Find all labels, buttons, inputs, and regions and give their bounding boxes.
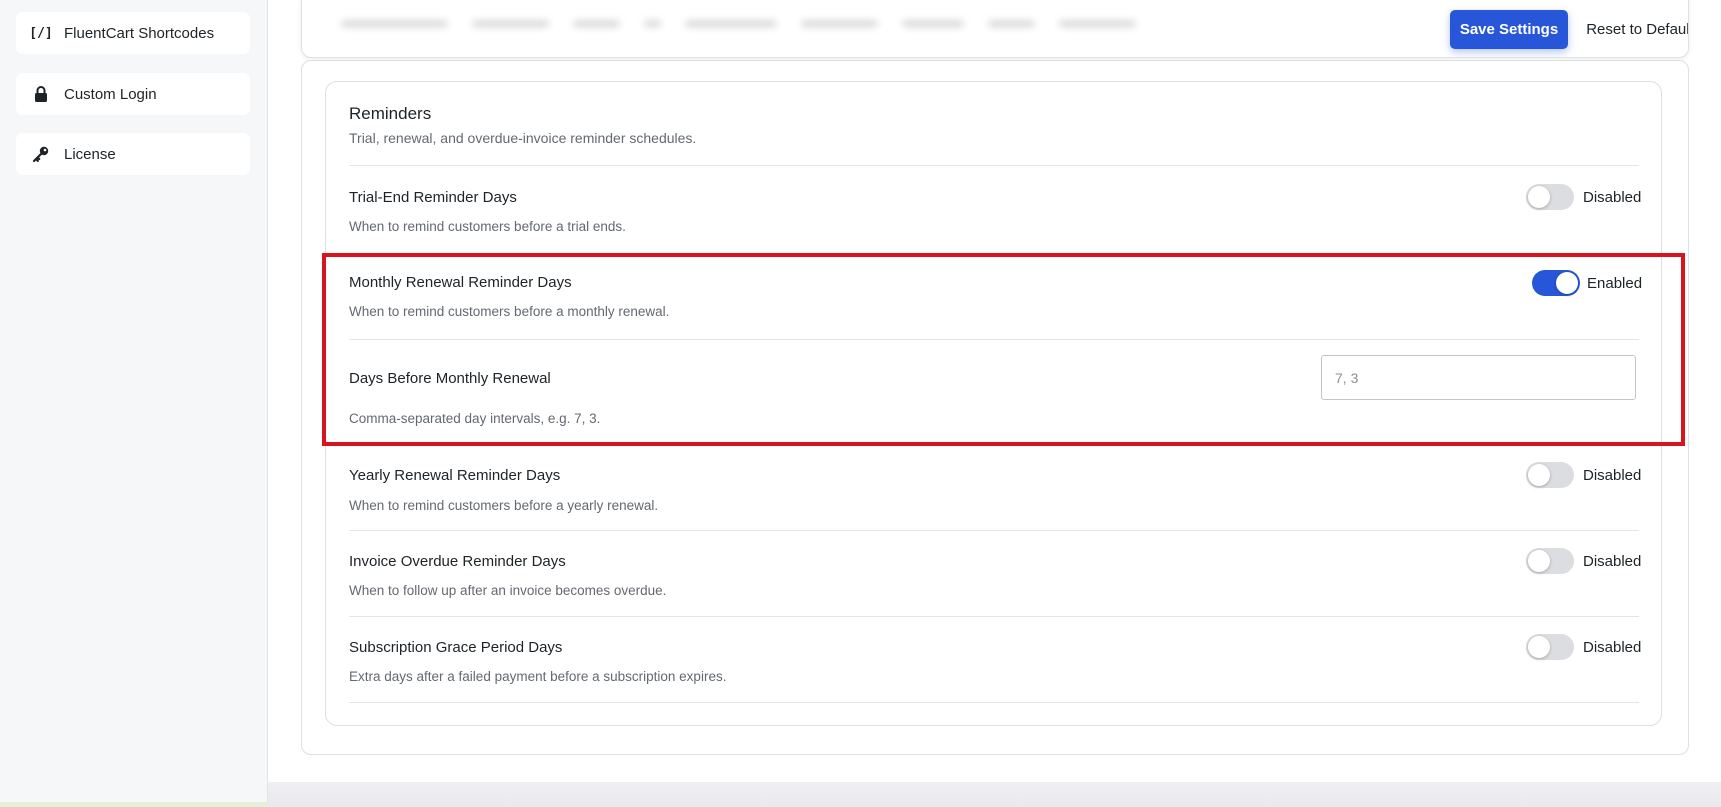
sidebar-item-fluentcart-shortcodes[interactable]: [/] FluentCart Shortcodes	[16, 12, 250, 54]
days-before-monthly-renewal-input[interactable]	[1321, 355, 1636, 400]
invoice-overdue-reminder-label: Invoice Overdue Reminder Days	[349, 553, 566, 570]
save-settings-button[interactable]: Save Settings	[1450, 10, 1568, 49]
section-subtitle: Trial, renewal, and overdue-invoice remi…	[349, 130, 697, 146]
yearly-renewal-reminder-label: Yearly Renewal Reminder Days	[349, 467, 561, 484]
reset-to-default-button[interactable]: Reset to Default	[1580, 10, 1688, 49]
monthly-renewal-reminder-label: Monthly Renewal Reminder Days	[349, 274, 572, 291]
section-title: Reminders	[349, 104, 432, 123]
code-brackets-icon: [/]	[29, 25, 53, 41]
toggle-knob	[1528, 550, 1550, 572]
lock-icon	[32, 85, 50, 103]
toggle-knob	[1556, 272, 1578, 294]
trial-end-reminder-label: Trial-End Reminder Days	[349, 189, 517, 206]
settings-toolbar: ▬▬▬▬▬▬▬ ▬▬▬▬▬ ▬▬▬ ▬ ▬▬▬▬▬▬ ▬▬▬▬▬ ▬▬▬▬ ▬▬…	[301, 0, 1689, 58]
invoice-overdue-reminder-state: Disabled	[1583, 553, 1642, 570]
divider	[349, 616, 1639, 617]
footer-strip	[0, 802, 268, 807]
sidebar-item-label: FluentCart Shortcodes	[64, 24, 215, 42]
subscription-grace-period-label: Subscription Grace Period Days	[349, 639, 563, 656]
subscription-grace-period-description: Extra days after a failed payment before…	[349, 669, 727, 684]
divider	[349, 339, 1639, 340]
monthly-renewal-reminder-description: When to remind customers before a monthl…	[349, 304, 670, 319]
settings-sidebar: [/] FluentCart Shortcodes Custom Login L…	[0, 0, 268, 807]
reminders-card: Reminders Trial, renewal, and overdue-in…	[325, 81, 1662, 726]
subscription-grace-period-state: Disabled	[1583, 639, 1642, 656]
divider	[349, 530, 1639, 531]
monthly-renewal-reminder-toggle[interactable]	[1532, 270, 1580, 296]
toggle-knob	[1528, 186, 1550, 208]
trial-end-reminder-state: Disabled	[1583, 189, 1642, 206]
sidebar-item-custom-login[interactable]: Custom Login	[16, 73, 250, 115]
toggle-knob	[1528, 636, 1550, 658]
divider	[349, 702, 1639, 703]
divider	[349, 165, 1639, 166]
trial-end-reminder-toggle[interactable]	[1526, 184, 1574, 210]
yearly-renewal-reminder-toggle[interactable]	[1526, 462, 1574, 488]
invoice-overdue-reminder-toggle[interactable]	[1526, 548, 1574, 574]
sidebar-item-license[interactable]: License	[16, 133, 250, 175]
sidebar-item-label: License	[64, 145, 116, 163]
yearly-renewal-reminder-state: Disabled	[1583, 467, 1642, 484]
yearly-renewal-reminder-description: When to remind customers before a yearly…	[349, 498, 659, 513]
trial-end-reminder-description: When to remind customers before a trial …	[349, 219, 626, 234]
invoice-overdue-reminder-description: When to follow up after an invoice becom…	[349, 583, 667, 598]
footer-strip	[268, 782, 1721, 807]
days-before-monthly-renewal-label: Days Before Monthly Renewal	[349, 370, 551, 387]
days-before-monthly-renewal-help: Comma-separated day intervals, e.g. 7, 3…	[349, 411, 601, 426]
settings-tabs-blurred: ▬▬▬▬▬▬▬ ▬▬▬▬▬ ▬▬▬ ▬ ▬▬▬▬▬▬ ▬▬▬▬▬ ▬▬▬▬ ▬▬…	[342, 13, 1135, 30]
sidebar-item-label: Custom Login	[64, 85, 157, 103]
monthly-renewal-reminder-state: Enabled	[1587, 275, 1643, 292]
subscription-grace-period-toggle[interactable]	[1526, 634, 1574, 660]
key-icon	[32, 145, 50, 163]
toggle-knob	[1528, 464, 1550, 486]
